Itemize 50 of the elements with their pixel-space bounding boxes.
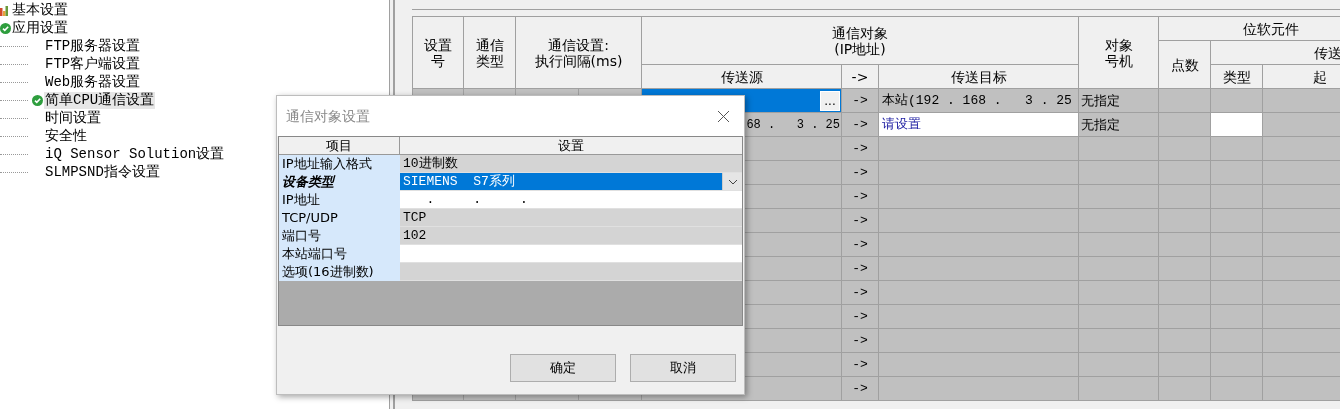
tree-item[interactable]: 时间设置 [44,109,102,127]
tree-item[interactable]: 应用设置 [11,19,69,37]
column-header: 通信设置: [547,36,610,53]
chevron-down-icon [727,178,738,185]
column-header: (IP地址) [833,40,887,57]
value-field[interactable] [400,245,742,263]
ok-button[interactable]: 确定 [510,354,616,382]
column-header: 对象 [1103,36,1134,53]
column-header: 设置 [400,137,742,155]
tree-item[interactable]: FTP客户端设置 [44,55,142,73]
field-label: 选项(16进制数) [279,263,400,281]
tree-item[interactable]: 安全性 [44,127,88,145]
table-cell[interactable]: 本站(192 . 168 . 3 . 25 [878,88,1079,113]
value-field: TCP [400,209,742,227]
column-header: 设置 [423,36,453,53]
column-header: 通信 [474,36,505,53]
close-icon[interactable] [717,109,730,123]
column-header: 号机 [1103,52,1134,69]
field-label: IP地址 [279,191,400,209]
tree-item[interactable]: SLMPSND指令设置 [44,163,161,181]
column-header: 位软元件 [1158,16,1340,41]
column-header: 传送目标 [878,64,1079,89]
field-label: 设备类型 [279,173,400,191]
field-label: 端口号 [279,227,400,245]
tree-item[interactable]: Web服务器设置 [44,73,142,91]
browse-button[interactable]: ... [820,90,840,111]
column-header: 项目 [279,137,400,155]
column-header: 传送源 [641,64,842,89]
value-field: 102 [400,227,742,245]
table-cell[interactable]: 请设置 [878,112,1079,137]
tree-item[interactable]: 基本设置 [11,1,69,19]
cancel-button[interactable]: 取消 [630,354,736,382]
tree-item[interactable]: 简单CPU通信设置 [44,91,156,109]
tree-item[interactable]: FTP服务器设置 [44,37,142,55]
chart-icon [0,4,8,16]
check-icon [31,94,43,106]
dropdown-field[interactable]: SIEMENS S7系列 [400,173,742,191]
column-header: 通信对象 [831,24,889,41]
value-field: 10进制数 [400,155,742,173]
dialog-title: 通信对象设置 [286,106,370,126]
tree-item[interactable]: iQ Sensor Solution设置 [44,145,226,163]
column-header: 执行间隔(ms) [533,52,624,69]
column-header: 号 [430,52,446,69]
field-label: 本站端口号 [279,245,400,263]
column-header: 类型 [474,52,505,69]
field-label: IP地址输入格式 [279,155,400,173]
cell-text: 68 . 3 . 25 [746,116,841,134]
column-header: 点数 [1158,40,1211,89]
field-label: TCP/UDP [279,209,400,227]
ip-address-field[interactable]: . . . [400,191,742,209]
